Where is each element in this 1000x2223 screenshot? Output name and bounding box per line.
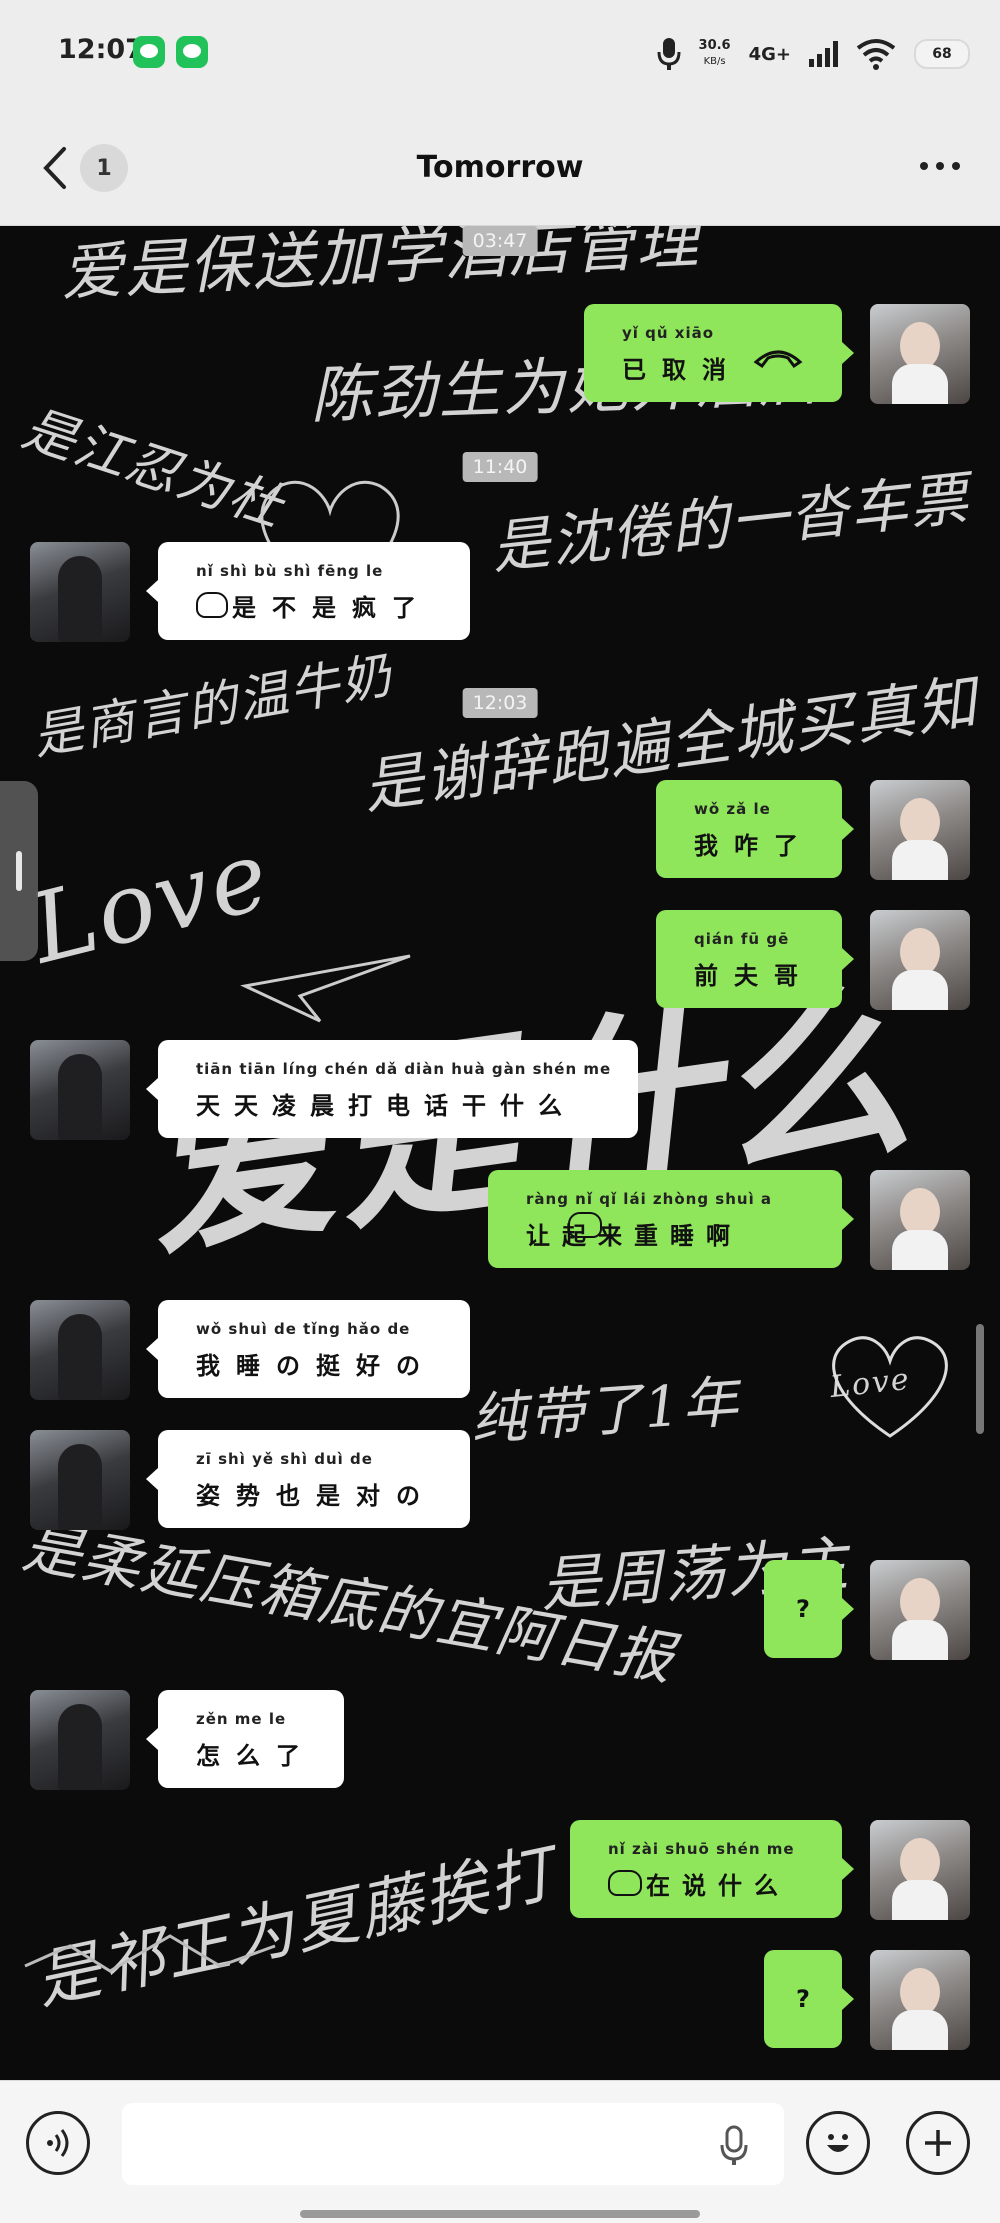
pinyin-annotation: tiān tiān líng chén dǎ diàn huà gàn shén…: [196, 1060, 612, 1078]
input-bar: [0, 2080, 1000, 2223]
emoji-button[interactable]: [806, 2111, 870, 2175]
side-drawer-handle[interactable]: [0, 781, 38, 961]
message-bubble[interactable]: wǒ shuì de tǐng hǎo de 我睡の挺好の: [146, 1300, 470, 1398]
contact-avatar[interactable]: [30, 1300, 130, 1400]
message-text: 我咋了: [694, 831, 814, 860]
message-timestamp: 03:47: [462, 226, 538, 256]
my-avatar[interactable]: [870, 1820, 970, 1920]
pinyin-annotation: ràng nǐ qǐ lái zhòng shuì a: [526, 1190, 773, 1208]
microphone-icon: [657, 38, 681, 70]
pinyin-annotation: zěn me le: [196, 1710, 287, 1728]
message-text: 天天凌晨打电话干什么: [196, 1091, 576, 1120]
voice-toggle-button[interactable]: [26, 2111, 90, 2175]
home-indicator[interactable]: [300, 2210, 700, 2218]
message-text: 是不是疯了: [232, 593, 432, 622]
status-bar: 12:07 30.6 KB/s 4G+ 68: [0, 0, 1000, 110]
network-type: 4G+: [748, 43, 791, 65]
pinyin-annotation: zī shì yě shì duì de: [196, 1450, 373, 1468]
message-bubble[interactable]: wǒ zǎ le 我咋了: [656, 780, 854, 878]
message-bubble[interactable]: nǐ zài shuō shén me 在说什么: [570, 1820, 854, 1918]
status-time: 12:07: [58, 34, 144, 65]
battery-indicator: 68: [914, 39, 970, 69]
message-text: 已取消: [622, 355, 742, 384]
contact-avatar[interactable]: [30, 1430, 130, 1530]
pinyin-annotation: wǒ shuì de tǐng hǎo de: [196, 1320, 411, 1338]
message-text: ?: [796, 1595, 810, 1623]
add-attachment-button[interactable]: [906, 2111, 970, 2175]
emoji-icon: [608, 1870, 642, 1896]
message-text: 怎么了: [196, 1741, 316, 1770]
message-bubble[interactable]: ràng nǐ qǐ lái zhòng shuì a 让起来重睡啊: [488, 1170, 854, 1268]
network-speed: 30.6 KB/s: [698, 38, 731, 67]
pinyin-annotation: nǐ shì bù shì fēng le: [196, 562, 384, 580]
background-text: 纯带了1年: [468, 1369, 742, 1454]
message-text: 我睡の挺好の: [196, 1351, 436, 1380]
microphone-icon[interactable]: [720, 2125, 748, 2167]
message-text: ?: [796, 1985, 810, 2013]
my-avatar[interactable]: [870, 1170, 970, 1270]
plus-icon: [925, 2130, 951, 2156]
signal-icon: [809, 41, 838, 67]
more-options-button[interactable]: [920, 162, 960, 170]
message-bubble[interactable]: ?: [764, 1950, 854, 2048]
background-text: 爱是保送加学酒店管理: [58, 226, 702, 310]
message-bubble[interactable]: yǐ qǔ xiāo 已取消: [584, 304, 854, 402]
message-text: 让起来重睡啊: [526, 1221, 742, 1250]
contact-avatar[interactable]: [30, 1690, 130, 1790]
smiley-icon: [827, 2134, 849, 2152]
my-avatar[interactable]: [870, 1560, 970, 1660]
pinyin-annotation: wǒ zǎ le: [694, 800, 771, 818]
wechat-notification-icon: [176, 36, 208, 68]
paper-plane-doodle-icon: [240, 954, 411, 1023]
wechat-notification-icon: [133, 36, 165, 68]
message-timestamp: 12:03: [462, 688, 538, 718]
wifi-icon: [856, 39, 896, 70]
contact-avatar[interactable]: [30, 1040, 130, 1140]
message-bubble[interactable]: nǐ shì bù shì fēng le 是不是疯了: [146, 542, 470, 640]
pinyin-annotation: qián fū gē: [694, 930, 790, 948]
my-avatar[interactable]: [870, 910, 970, 1010]
message-input[interactable]: [122, 2103, 784, 2185]
chat-title: Tomorrow: [416, 150, 584, 185]
status-indicators: 30.6 KB/s 4G+ 68: [657, 24, 970, 84]
my-avatar[interactable]: [870, 780, 970, 880]
scrollbar[interactable]: [976, 1324, 984, 1434]
message-bubble[interactable]: qián fū gē 前夫哥: [656, 910, 854, 1008]
message-bubble[interactable]: tiān tiān líng chén dǎ diàn huà gàn shén…: [146, 1040, 638, 1138]
message-text: 姿势也是对の: [196, 1481, 436, 1510]
emoji-icon: [196, 592, 228, 618]
contact-avatar[interactable]: [30, 542, 130, 642]
pinyin-annotation: nǐ zài shuō shén me: [608, 1840, 795, 1858]
my-avatar[interactable]: [870, 1950, 970, 2050]
chat-background[interactable]: 爱是保送加学酒店管理 陈劲生为她开酒店 是江忍为杜 是沈倦的一沓车票 是商言的温…: [0, 226, 1000, 2080]
message-timestamp: 11:40: [462, 452, 538, 482]
heart-doodle-icon: [832, 1336, 948, 1438]
voice-wave-icon: [47, 2129, 69, 2157]
background-text: 是商言的温牛奶: [28, 645, 397, 767]
chat-header: 1 Tomorrow: [0, 110, 1000, 226]
background-text: 是沈倦的一沓车票: [488, 464, 973, 582]
zigzag-doodle-icon: [24, 1934, 276, 1973]
background-text: 是祁正为夏藤挨打: [29, 1836, 562, 2019]
pinyin-annotation: yǐ qǔ xiāo: [622, 324, 715, 342]
message-bubble[interactable]: ?: [764, 1560, 854, 1658]
message-bubble[interactable]: zěn me le 怎么了: [146, 1690, 344, 1788]
hang-up-icon: [753, 350, 803, 369]
message-text: 在说什么: [646, 1871, 790, 1900]
message-bubble[interactable]: zī shì yě shì duì de 姿势也是对の: [146, 1430, 470, 1528]
message-text: 前夫哥: [694, 961, 814, 990]
emoji-icon: [568, 1212, 602, 1238]
my-avatar[interactable]: [870, 304, 970, 404]
